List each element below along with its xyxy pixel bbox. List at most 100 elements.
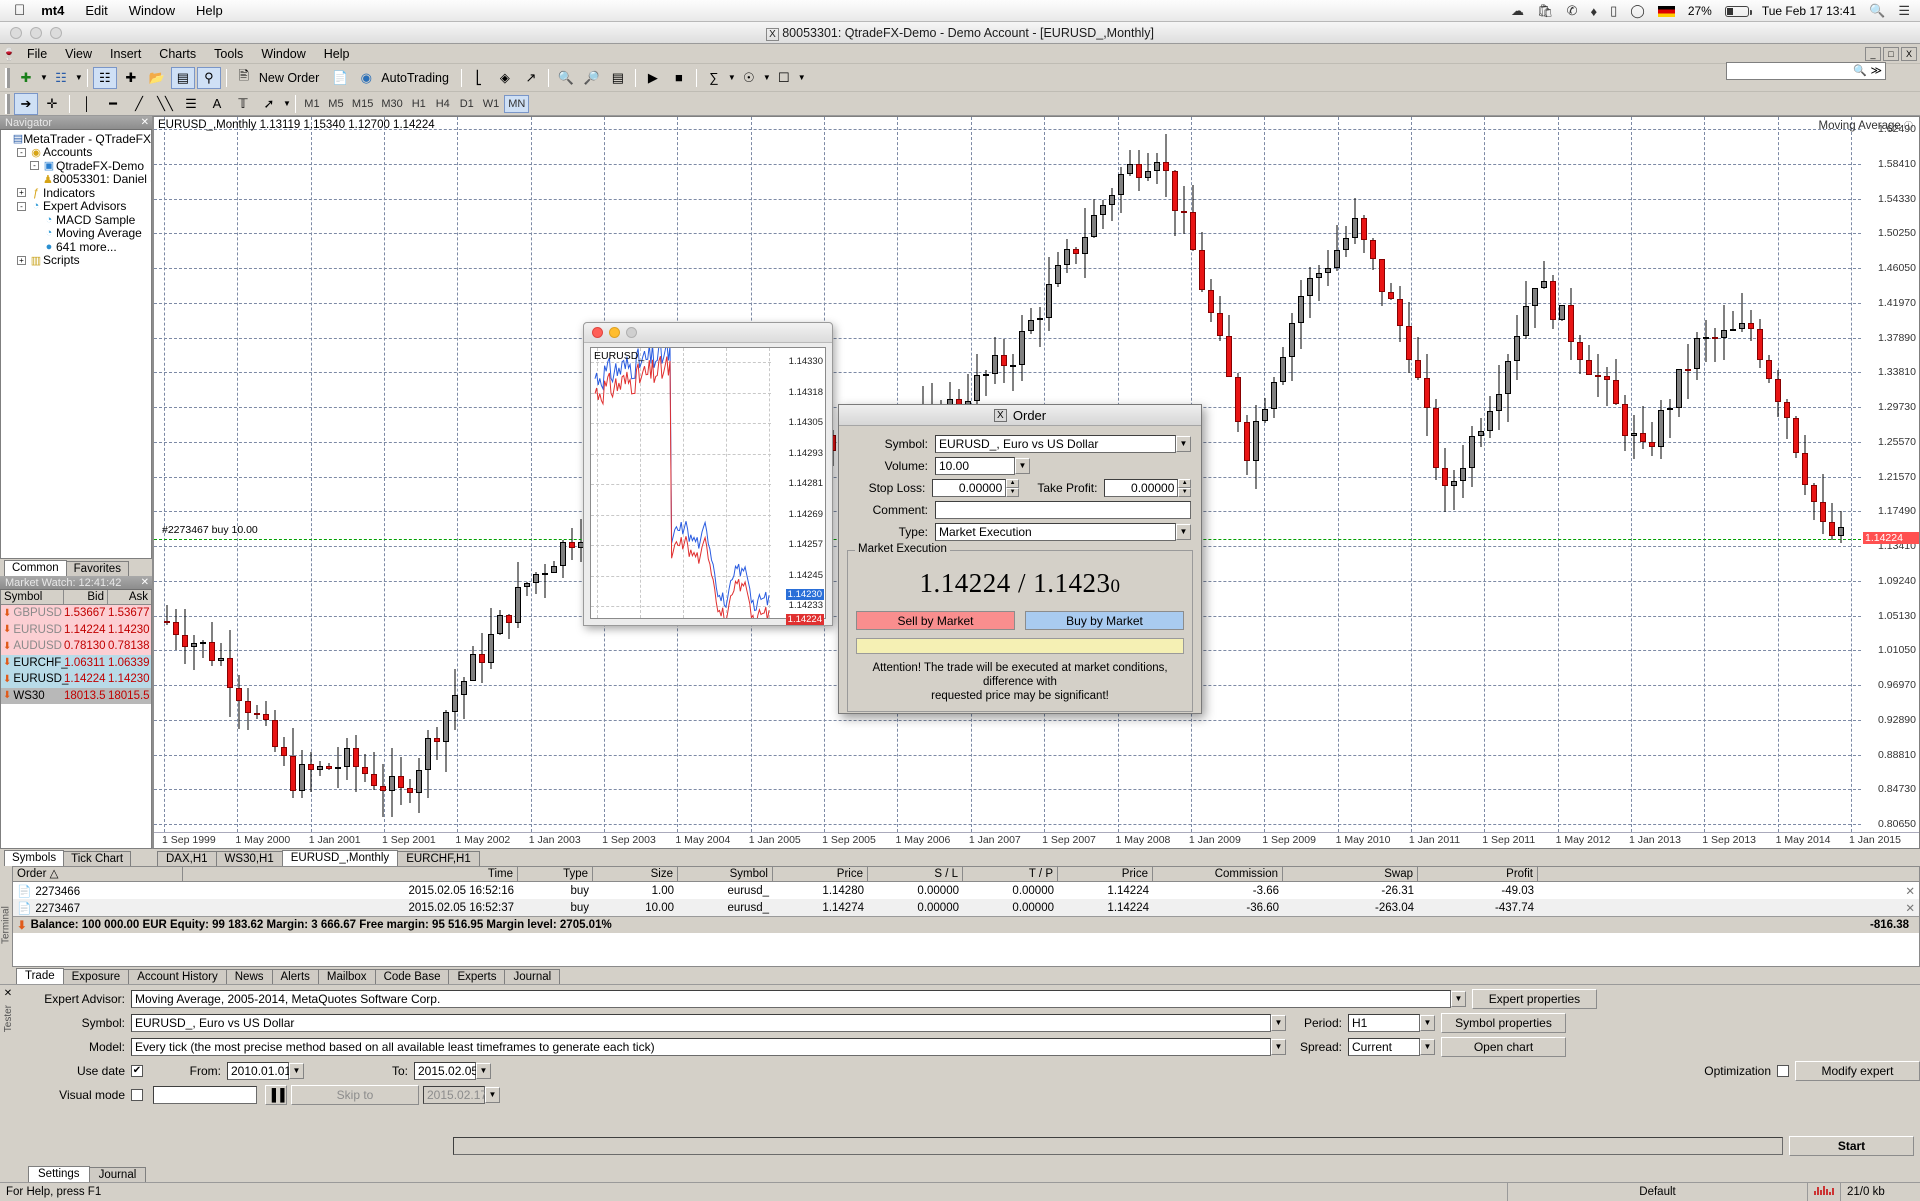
- navigator-tree[interactable]: ▤ MetaTrader - QTradeFX - ◉ Accounts - ▣ Qtrade…: [0, 130, 152, 559]
- menu-view[interactable]: View: [56, 46, 101, 62]
- trade-table[interactable]: Order △ Time Type Size Symbol Price S / LT / P…: [12, 866, 1920, 967]
- visual-mode-slider[interactable]: [153, 1086, 257, 1104]
- window-close-glyph[interactable]: X: [766, 27, 779, 41]
- chart-shift-icon[interactable]: ▶: [641, 67, 665, 89]
- to-dropdown-icon[interactable]: ▼: [476, 1063, 491, 1079]
- price-axis[interactable]: 1.62490 1.58410 1.54330 1.50250 1.46050 1.419…: [1861, 117, 1919, 848]
- terminal-tab-account-history[interactable]: Account History: [128, 969, 227, 984]
- terminal-tab-trade[interactable]: Trade: [16, 968, 64, 984]
- order-stoploss-input[interactable]: 0.00000: [932, 479, 1007, 497]
- candlestick-chart-icon[interactable]: ◈: [493, 67, 517, 89]
- search-go-icon[interactable]: 🔍: [1853, 64, 1867, 77]
- tester-symbol-input[interactable]: EURUSD_, Euro vs US Dollar: [131, 1014, 1271, 1032]
- new-order-button[interactable]: New Order: [259, 71, 319, 85]
- close-order-icon[interactable]: ✕: [1905, 903, 1915, 915]
- expert-properties-button[interactable]: Expert properties: [1472, 989, 1597, 1009]
- order-volume-input[interactable]: 10.00: [935, 457, 1015, 475]
- toolbar-grip[interactable]: [5, 67, 10, 88]
- bluetooth-icon[interactable]: ♦: [1590, 4, 1597, 19]
- chart-tab-eurusd-monthly[interactable]: EURUSD_,Monthly: [281, 850, 399, 866]
- start-button[interactable]: Start: [1789, 1136, 1914, 1156]
- from-dropdown-icon[interactable]: ▼: [289, 1063, 304, 1079]
- order-takeprofit-input[interactable]: 0.00000: [1104, 479, 1179, 497]
- optimization-checkbox[interactable]: [1777, 1065, 1789, 1077]
- periods-icon[interactable]: ■: [667, 67, 691, 89]
- indicator-close-icon[interactable]: ⓘ: [1904, 121, 1913, 131]
- cursor-icon[interactable]: ➔: [14, 92, 38, 115]
- buy-by-market-button[interactable]: Buy by Market: [1025, 611, 1184, 630]
- model-input[interactable]: Every tick (the most precise method base…: [131, 1038, 1271, 1056]
- trade-column-header[interactable]: Symbol: [678, 867, 773, 881]
- objects-icon[interactable]: ☐: [772, 67, 796, 89]
- minimize-dot[interactable]: [609, 327, 620, 338]
- zoom-in-icon[interactable]: 🔍: [554, 67, 578, 89]
- close-dot[interactable]: [592, 327, 603, 338]
- order-type-dropdown-icon[interactable]: ▼: [1176, 524, 1191, 540]
- mac-clock[interactable]: Tue Feb 17 13:41: [1762, 4, 1856, 18]
- open-chart-button[interactable]: Open chart: [1441, 1037, 1566, 1057]
- phone-icon[interactable]: ✆: [1567, 3, 1578, 19]
- symbol-properties-button[interactable]: Symbol properties: [1441, 1013, 1566, 1033]
- trade-column-header[interactable]: S / L: [868, 867, 963, 881]
- mdi-minimize-button[interactable]: _: [1865, 46, 1881, 61]
- text-icon[interactable]: A: [205, 93, 229, 115]
- arrows-dropdown-icon[interactable]: ▼: [283, 99, 291, 108]
- table-row[interactable]: 📄 2273466 2015.02.05 16:52:16 buy 1.00 eurusd…: [13, 882, 1919, 899]
- tree-expander-icon[interactable]: +: [17, 255, 26, 265]
- period-h1[interactable]: H1: [408, 95, 430, 113]
- navigator-item-scripts[interactable]: + ▥ Scripts: [1, 253, 151, 267]
- market-watch-row[interactable]: ⬇ AUDUSD 0.78130 0.78138: [1, 638, 151, 655]
- auto-scroll-icon[interactable]: ▤: [606, 67, 630, 89]
- tree-expander-icon[interactable]: -: [17, 147, 26, 157]
- arrows-icon[interactable]: ➚: [257, 93, 281, 115]
- mdi-maximize-button[interactable]: □: [1883, 46, 1899, 61]
- skip-to-dropdown-icon[interactable]: ▼: [485, 1087, 500, 1103]
- terminal-icon[interactable]: ▤: [170, 66, 195, 89]
- order-type-select[interactable]: Market Execution: [935, 523, 1176, 541]
- terminal-tab-news[interactable]: News: [225, 969, 273, 984]
- battery-icon[interactable]: [1724, 5, 1752, 17]
- market-watch-row[interactable]: ⬇ EURUSD 1.14224 1.14230: [1, 621, 151, 638]
- chart-tab-ws30[interactable]: WS30,H1: [215, 851, 283, 866]
- menu-window[interactable]: Window: [252, 46, 314, 62]
- period-m1[interactable]: M1: [301, 95, 323, 113]
- spread-input[interactable]: Current: [1348, 1038, 1420, 1056]
- toolbar2-grip[interactable]: [5, 93, 10, 114]
- terminal-tab-alerts[interactable]: Alerts: [271, 969, 319, 984]
- order-close-button[interactable]: X: [993, 408, 1007, 422]
- period-m30[interactable]: M30: [378, 95, 405, 113]
- equidistant-channel-icon[interactable]: ╲╲: [153, 93, 177, 115]
- expert-advisor-input[interactable]: Moving Average, 2005-2014, MetaQuotes So…: [131, 990, 1451, 1008]
- trendline-icon[interactable]: ╱: [127, 93, 151, 115]
- mac-menu-edit[interactable]: Edit: [85, 3, 107, 18]
- wifi-icon[interactable]: ◯: [1630, 3, 1645, 19]
- trade-column-header[interactable]: Time: [183, 867, 518, 881]
- strategy-tester-icon[interactable]: ⚲: [196, 66, 221, 89]
- terminal-tab-mailbox[interactable]: Mailbox: [317, 969, 376, 984]
- terminal-tab-code-base[interactable]: Code Base: [374, 969, 450, 984]
- mac-menu-window[interactable]: Window: [129, 3, 175, 18]
- metaeditor-icon[interactable]: 📄: [328, 67, 352, 89]
- text-label-icon[interactable]: 𝕋: [231, 93, 255, 115]
- tree-expander-icon[interactable]: -: [17, 201, 26, 211]
- trade-column-header[interactable]: Size: [593, 867, 678, 881]
- german-flag-icon[interactable]: [1657, 5, 1675, 17]
- trade-column-header[interactable]: Type: [518, 867, 593, 881]
- templates-dropdown-icon[interactable]: ▼: [763, 73, 771, 82]
- order-volume-dropdown-icon[interactable]: ▼: [1015, 458, 1030, 474]
- spread-dropdown-icon[interactable]: ▼: [1420, 1039, 1435, 1055]
- market-watch-row[interactable]: ⬇ EURCHF_ 1.06311 1.06339: [1, 654, 151, 671]
- sell-by-market-button[interactable]: Sell by Market: [856, 611, 1015, 630]
- terminal-tab-journal[interactable]: Journal: [504, 969, 561, 984]
- tree-expander-icon[interactable]: -: [30, 161, 39, 171]
- indicators-icon[interactable]: ∑: [702, 67, 726, 89]
- apple-icon[interactable]: : [14, 3, 25, 18]
- tester-symbol-dropdown-icon[interactable]: ▼: [1271, 1015, 1286, 1031]
- period-mn[interactable]: MN: [504, 94, 530, 113]
- terminal-tab-exposure[interactable]: Exposure: [62, 969, 130, 984]
- market-watch-icon[interactable]: ☷: [92, 66, 117, 89]
- cloud-icon[interactable]: ☁: [1511, 3, 1524, 19]
- trade-column-header[interactable]: T / P: [963, 867, 1058, 881]
- line-chart-icon[interactable]: ↗: [519, 67, 543, 89]
- fibonacci-icon[interactable]: ☰: [179, 93, 203, 115]
